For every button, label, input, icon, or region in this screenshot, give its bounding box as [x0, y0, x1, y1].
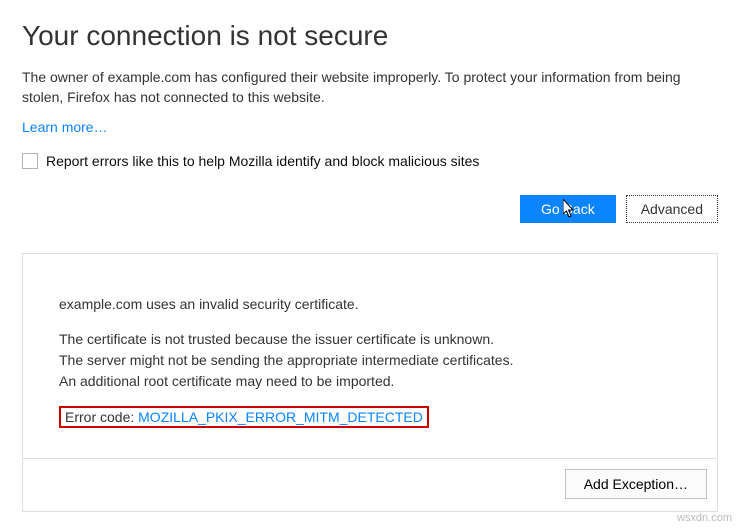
details-footer: Add Exception… — [23, 458, 717, 511]
report-errors-row: Report errors like this to help Mozilla … — [22, 153, 718, 169]
error-code-label: Error code: — [65, 409, 138, 425]
page-title: Your connection is not secure — [22, 20, 718, 52]
cert-msg-not-trusted: The certificate is not trusted because t… — [59, 329, 681, 350]
certificate-details-panel: example.com uses an invalid security cer… — [22, 253, 718, 512]
go-back-label: Go Back — [541, 201, 595, 217]
report-errors-checkbox[interactable] — [22, 153, 38, 169]
watermark-text: wsxdn.com — [677, 512, 732, 524]
advanced-button[interactable]: Advanced — [626, 195, 718, 223]
report-errors-label: Report errors like this to help Mozilla … — [46, 153, 479, 169]
go-back-button[interactable]: Go Back — [520, 195, 616, 223]
add-exception-button[interactable]: Add Exception… — [565, 469, 707, 499]
action-button-row: Go Back Advanced — [22, 195, 718, 223]
cert-msg-intermediate: The server might not be sending the appr… — [59, 350, 681, 371]
cert-msg-root: An additional root certificate may need … — [59, 371, 681, 392]
cert-msg-invalid: example.com uses an invalid security cer… — [59, 294, 681, 315]
warning-description: The owner of example.com has configured … — [22, 68, 718, 107]
learn-more-link[interactable]: Learn more… — [22, 119, 108, 135]
error-code-highlight: Error code: MOZILLA_PKIX_ERROR_MITM_DETE… — [59, 406, 429, 428]
error-code-link[interactable]: MOZILLA_PKIX_ERROR_MITM_DETECTED — [138, 409, 423, 425]
